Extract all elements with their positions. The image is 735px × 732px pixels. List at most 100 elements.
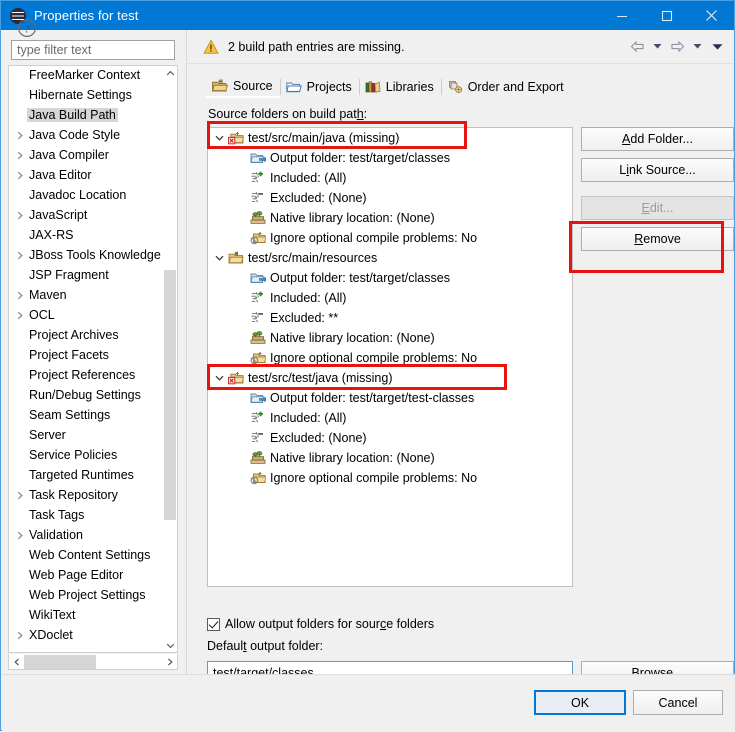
- sidebar-item-web-page-editor[interactable]: Web Page Editor: [9, 565, 164, 585]
- source-folder-detail-row[interactable]: Native library location: (None): [208, 328, 572, 348]
- sidebar-item-targeted-runtimes[interactable]: Targeted Runtimes: [9, 465, 164, 485]
- sidebar-item-javadoc-location[interactable]: Javadoc Location: [9, 185, 164, 205]
- tab-projects[interactable]: Projects: [279, 75, 359, 98]
- chevron-right-icon[interactable]: [12, 291, 27, 300]
- sidebar-item-freemarker-context[interactable]: FreeMarker Context: [9, 66, 164, 85]
- native-library-icon: [250, 330, 266, 346]
- scroll-down-icon[interactable]: [163, 638, 177, 652]
- sidebar-item-maven[interactable]: Maven: [9, 285, 164, 305]
- source-folder-detail-row[interactable]: Ignore optional compile problems: No: [208, 228, 572, 248]
- source-folder-detail-row[interactable]: Included: (All): [208, 168, 572, 188]
- source-folder-icon-wrap: [228, 250, 244, 266]
- source-folder-row[interactable]: test/src/test/java (missing): [208, 368, 572, 388]
- remove-button[interactable]: Remove: [581, 227, 734, 251]
- source-folder-row[interactable]: test/src/main/java (missing): [208, 128, 572, 148]
- sidebar-item-wikitext[interactable]: WikiText: [9, 605, 164, 625]
- tab-order-and-export[interactable]: Order and Export: [440, 75, 571, 98]
- scroll-left-icon[interactable]: [9, 655, 24, 669]
- source-folder-detail-row[interactable]: Ignore optional compile problems: No: [208, 468, 572, 488]
- sidebar-item-web-project-settings[interactable]: Web Project Settings: [9, 585, 164, 605]
- chevron-right-icon[interactable]: [12, 311, 27, 320]
- close-button[interactable]: [689, 1, 734, 30]
- menu-chevron-down-icon[interactable]: [708, 37, 726, 57]
- sidebar-item-run-debug-settings[interactable]: Run/Debug Settings: [9, 385, 164, 405]
- included-filter-icon: [250, 170, 266, 186]
- sidebar-item-label: Targeted Runtimes: [29, 468, 134, 482]
- sidebar-item-jboss-tools-knowledge[interactable]: JBoss Tools Knowledge: [9, 245, 164, 265]
- sidebar-scroll-thumb[interactable]: [164, 270, 176, 520]
- source-tree-label: Output folder: test/target/classes: [270, 271, 450, 285]
- link-source-button[interactable]: Li nk Source...: [581, 158, 734, 182]
- sidebar-item-jax-rs[interactable]: JAX-RS: [9, 225, 164, 245]
- included-filter-icon: [250, 290, 266, 306]
- sidebar-item-java-code-style[interactable]: Java Code Style: [9, 125, 164, 145]
- source-folder-detail-row[interactable]: Excluded: (None): [208, 188, 572, 208]
- sidebar-item-web-content-settings[interactable]: Web Content Settings: [9, 545, 164, 565]
- cancel-button[interactable]: Cancel: [633, 690, 723, 715]
- source-folder-detail-row[interactable]: Output folder: test/target/test-classes: [208, 388, 572, 408]
- sidebar-item-java-compiler[interactable]: Java Compiler: [9, 145, 164, 165]
- scroll-up-icon[interactable]: [163, 66, 177, 80]
- source-folder-detail-row[interactable]: Included: (All): [208, 288, 572, 308]
- source-folder-row[interactable]: test/src/main/resources: [208, 248, 572, 268]
- source-folder-detail-row[interactable]: Native library location: (None): [208, 208, 572, 228]
- forward-dropdown-chevron-down-icon[interactable]: [688, 37, 706, 57]
- sidebar-item-javascript[interactable]: JavaScript: [9, 205, 164, 225]
- sidebar-item-hibernate-settings[interactable]: Hibernate Settings: [9, 85, 164, 105]
- source-folder-detail-row[interactable]: Ignore optional compile problems: No: [208, 348, 572, 368]
- add-folder-button[interactable]: Add Folder...: [581, 127, 734, 151]
- maximize-button[interactable]: [644, 1, 689, 30]
- sidebar-item-java-build-path[interactable]: Java Build Path: [9, 105, 164, 125]
- source-folder-detail-row[interactable]: Native library location: (None): [208, 448, 572, 468]
- sidebar-item-validation[interactable]: Validation: [9, 525, 164, 545]
- source-folder-detail-row[interactable]: Excluded: (None): [208, 428, 572, 448]
- sidebar-scroll-track[interactable]: [163, 80, 177, 638]
- source-folder-detail-row[interactable]: Output folder: test/target/classes: [208, 268, 572, 288]
- sidebar-item-project-archives[interactable]: Project Archives: [9, 325, 164, 345]
- chevron-right-icon[interactable]: [12, 251, 27, 260]
- chevron-down-icon[interactable]: [210, 374, 228, 382]
- sidebar-item-task-repository[interactable]: Task Repository: [9, 485, 164, 505]
- tab-source[interactable]: Source: [206, 75, 280, 98]
- sidebar-item-seam-settings[interactable]: Seam Settings: [9, 405, 164, 425]
- forward-arrow-icon[interactable]: [668, 37, 686, 57]
- sidebar-horizontal-scrollbar[interactable]: [8, 654, 178, 670]
- sidebar-item-server[interactable]: Server: [9, 425, 164, 445]
- sidebar-item-jsp-fragment[interactable]: JSP Fragment: [9, 265, 164, 285]
- back-arrow-icon[interactable]: [628, 37, 646, 57]
- sidebar-hscroll-track[interactable]: [24, 654, 162, 669]
- sidebar-vertical-scrollbar[interactable]: [162, 66, 177, 652]
- ok-button[interactable]: OK: [534, 690, 626, 715]
- sidebar-item-java-editor[interactable]: Java Editor: [9, 165, 164, 185]
- tab-libraries[interactable]: Libraries: [358, 75, 441, 98]
- chevron-right-icon[interactable]: [12, 531, 27, 540]
- sidebar-item-project-references[interactable]: Project References: [9, 365, 164, 385]
- source-tree-label: Excluded: (None): [270, 191, 367, 205]
- sidebar-item-label: Web Content Settings: [29, 548, 151, 562]
- scroll-right-icon[interactable]: [162, 655, 177, 669]
- back-dropdown-chevron-down-icon[interactable]: [648, 37, 666, 57]
- source-folder-detail-row[interactable]: Excluded: **: [208, 308, 572, 328]
- chevron-down-icon[interactable]: [210, 254, 228, 262]
- sidebar-item-project-facets[interactable]: Project Facets: [9, 345, 164, 365]
- allow-output-folders-checkbox[interactable]: Allow output folders for source folders: [207, 617, 434, 631]
- checkbox-box[interactable]: [207, 617, 220, 631]
- sidebar-hscroll-thumb[interactable]: [24, 654, 96, 669]
- source-folder-detail-row[interactable]: Output folder: test/target/classes: [208, 148, 572, 168]
- chevron-right-icon[interactable]: [12, 491, 27, 500]
- source-folder-detail-row[interactable]: Included: (All): [208, 408, 572, 428]
- sidebar-item-task-tags[interactable]: Task Tags: [9, 505, 164, 525]
- help-question-icon[interactable]: ?: [15, 16, 39, 40]
- sidebar-item-service-policies[interactable]: Service Policies: [9, 445, 164, 465]
- chevron-right-icon[interactable]: [12, 171, 27, 180]
- chevron-right-icon[interactable]: [12, 211, 27, 220]
- chevron-down-icon[interactable]: [210, 134, 228, 142]
- filter-input[interactable]: [11, 40, 175, 60]
- sidebar-item-ocl[interactable]: OCL: [9, 305, 164, 325]
- source-tree-label: Excluded: **: [270, 311, 339, 325]
- sidebar-item-xdoclet[interactable]: XDoclet: [9, 625, 164, 645]
- chevron-right-icon[interactable]: [12, 131, 27, 140]
- minimize-button[interactable]: [599, 1, 644, 30]
- chevron-right-icon[interactable]: [12, 151, 27, 160]
- chevron-right-icon[interactable]: [12, 631, 27, 640]
